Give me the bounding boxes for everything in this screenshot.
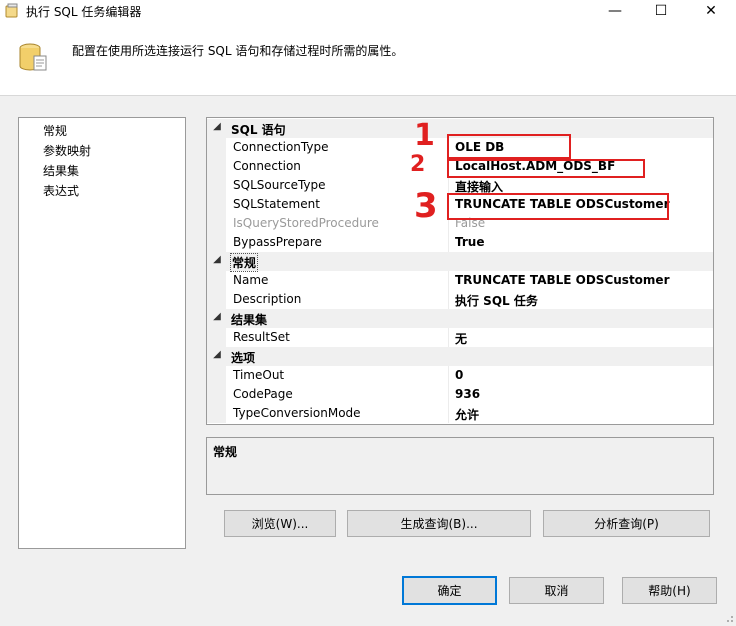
prop-row-timeout[interactable]: TimeOut 0 [207,366,713,385]
prop-value[interactable]: 0 [455,368,463,382]
nav-item-general[interactable]: 常规 [43,122,67,139]
collapse-icon[interactable]: ◢ [211,349,223,361]
annotation-box-connectiontype [447,134,571,159]
resize-grip-icon[interactable] [722,611,734,623]
category-options[interactable]: ◢ 选项 [207,347,713,366]
prop-row-typeconversionmode[interactable]: TypeConversionMode 允许 [207,404,713,423]
ok-button[interactable]: 确定 [402,576,497,605]
prop-name: BypassPrepare [233,235,322,249]
category-label: 结果集 [231,313,268,327]
annotation-mark-1: 1 [414,118,435,153]
prop-name: ConnectionType [233,140,329,154]
prop-name: ResultSet [233,330,290,344]
prop-value[interactable]: 936 [455,387,480,401]
dialog-header: 配置在使用所选连接运行 SQL 语句和存储过程时所需的属性。 [0,22,736,96]
prop-name: TypeConversionMode [233,406,361,420]
prop-name: Name [233,273,269,287]
prop-value[interactable]: 允许 [455,406,479,423]
description-title: 常规 [213,445,238,459]
category-result-set[interactable]: ◢ 结果集 [207,309,713,328]
help-button[interactable]: 帮助(H) [622,577,717,604]
prop-row-description[interactable]: Description 执行 SQL 任务 [207,290,713,309]
title-bar: 执行 SQL 任务编辑器 — ☐ ✕ [0,0,736,22]
browse-button[interactable]: 浏览(W)... [224,510,336,537]
prop-name: Description [233,292,302,306]
nav-item-result-set[interactable]: 结果集 [43,162,79,179]
prop-name: SQLStatement [233,197,320,211]
page-nav: 常规 参数映射 结果集 表达式 [18,117,186,549]
parse-query-button[interactable]: 分析查询(P) [543,510,710,537]
prop-row-resultset[interactable]: ResultSet 无 [207,328,713,347]
build-query-button[interactable]: 生成查询(B)... [347,510,531,537]
category-label: SQL 语句 [231,123,286,137]
maximize-button[interactable]: ☐ [638,0,684,22]
prop-value[interactable]: TRUNCATE TABLE ODSCustomer [455,273,669,287]
nav-item-expressions[interactable]: 表达式 [43,182,79,199]
category-label: 选项 [231,351,256,365]
property-description-box: 常规 [206,437,714,495]
prop-name: TimeOut [233,368,285,382]
window-title: 执行 SQL 任务编辑器 [26,5,142,19]
prop-row-name[interactable]: Name TRUNCATE TABLE ODSCustomer [207,271,713,290]
category-label: 常规 [229,253,259,272]
annotation-box-connection [447,159,645,178]
prop-name: SQLSourceType [233,178,326,192]
sql-task-icon [16,40,50,74]
prop-row-bypassprepare[interactable]: BypassPrepare True [207,233,713,252]
prop-value[interactable]: 无 [455,330,467,347]
annotation-mark-2: 2 [410,152,426,177]
collapse-icon[interactable]: ◢ [211,254,223,266]
dialog-description: 配置在使用所选连接运行 SQL 语句和存储过程时所需的属性。 [72,44,404,58]
prop-name: IsQueryStoredProcedure [233,216,379,230]
prop-row-codepage[interactable]: CodePage 936 [207,385,713,404]
collapse-icon[interactable]: ◢ [211,121,223,133]
prop-value[interactable]: 执行 SQL 任务 [455,292,538,309]
cancel-button[interactable]: 取消 [509,577,604,604]
nav-item-parameter-mapping[interactable]: 参数映射 [43,142,91,159]
annotation-mark-3: 3 [414,186,438,226]
annotation-box-sqlstatement [447,193,669,220]
prop-name: Connection [233,159,301,173]
category-general[interactable]: ◢ 常规 [207,252,713,272]
minimize-button[interactable]: — [592,0,638,22]
prop-value[interactable]: True [455,235,484,249]
collapse-icon[interactable]: ◢ [211,311,223,323]
close-button[interactable]: ✕ [688,0,734,22]
prop-name: CodePage [233,387,293,401]
app-icon [4,3,20,19]
